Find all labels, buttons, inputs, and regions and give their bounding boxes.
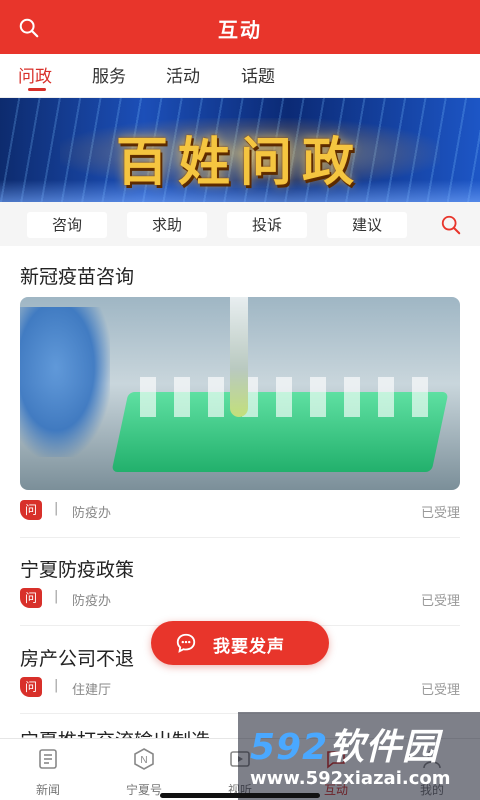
home-indicator: [160, 793, 320, 798]
banner-title: 百姓问政: [115, 132, 364, 193]
feed-item-title[interactable]: 新冠疫苗咨询: [20, 262, 134, 289]
meta-separator: |: [54, 589, 59, 604]
watermark: 592软件园 www.592xiazai.com: [238, 712, 480, 800]
status-label: 已受理: [420, 506, 460, 521]
chip-jianyi[interactable]: 建议: [327, 212, 407, 238]
speak-up-label: 我要发声: [213, 637, 285, 657]
chat-bubble-icon: [176, 633, 196, 653]
question-badge: 问: [20, 500, 42, 520]
photo-glove: [20, 307, 110, 457]
top-tabs: 问政 服务 活动 话题: [0, 54, 480, 98]
photo-test-tubes: [140, 377, 440, 417]
photo-pipette: [230, 297, 248, 417]
page-title: 互动: [218, 18, 262, 42]
tab-huodong[interactable]: 活动: [166, 62, 200, 87]
department-label: 防疫办: [72, 594, 112, 609]
svg-text:N: N: [140, 755, 147, 766]
question-badge: 问: [20, 677, 42, 697]
status-label: 已受理: [420, 683, 460, 698]
nav-label: 新闻: [35, 783, 60, 797]
status-label: 已受理: [420, 594, 460, 609]
department-label: 防疫办: [72, 506, 112, 521]
ningxia-hao-icon: N: [134, 748, 154, 770]
tab-fuwu[interactable]: 服务: [92, 62, 126, 87]
tab-wenzheng[interactable]: 问政: [18, 62, 52, 87]
feed-item-title[interactable]: 房产公司不退: [20, 644, 134, 671]
active-tab-indicator: [28, 88, 46, 91]
meta-separator: |: [54, 501, 59, 516]
question-badge: 问: [20, 588, 42, 608]
watermark-text: 软件园: [328, 727, 440, 768]
meta-separator: |: [54, 678, 59, 693]
banner[interactable]: 百姓问政: [0, 98, 480, 202]
nav-item-news[interactable]: 新闻: [0, 739, 96, 800]
chip-qiuzhu[interactable]: 求助: [127, 212, 207, 238]
department-label: 住建厅: [72, 683, 112, 698]
subcategory-bar: 咨询 求助 投诉 建议: [0, 202, 480, 246]
feed-item-meta: 问 | 防疫办 已受理: [20, 588, 460, 610]
tab-huati[interactable]: 话题: [241, 62, 275, 87]
divider: [20, 537, 460, 538]
chip-zixun[interactable]: 咨询: [27, 212, 107, 238]
feed-item-title[interactable]: 宁夏防疫政策: [20, 555, 134, 582]
watermark-brand: 592软件园: [250, 718, 439, 770]
feed-item-meta: 问 | 住建厅 已受理: [20, 677, 460, 699]
nav-item-ningxia-hao[interactable]: N 宁夏号: [96, 739, 192, 800]
feed-item-meta: 问 | 防疫办 已受理: [20, 500, 460, 522]
speak-up-button[interactable]: 我要发声: [151, 621, 329, 665]
chip-tousu[interactable]: 投诉: [227, 212, 307, 238]
search-icon[interactable]: [440, 214, 462, 236]
watermark-number: 592: [250, 727, 329, 768]
news-icon: [39, 749, 57, 769]
watermark-url: www.592xiazai.com: [250, 768, 451, 789]
feed-item-image[interactable]: [20, 297, 460, 490]
top-app-bar: 互动: [0, 0, 480, 54]
